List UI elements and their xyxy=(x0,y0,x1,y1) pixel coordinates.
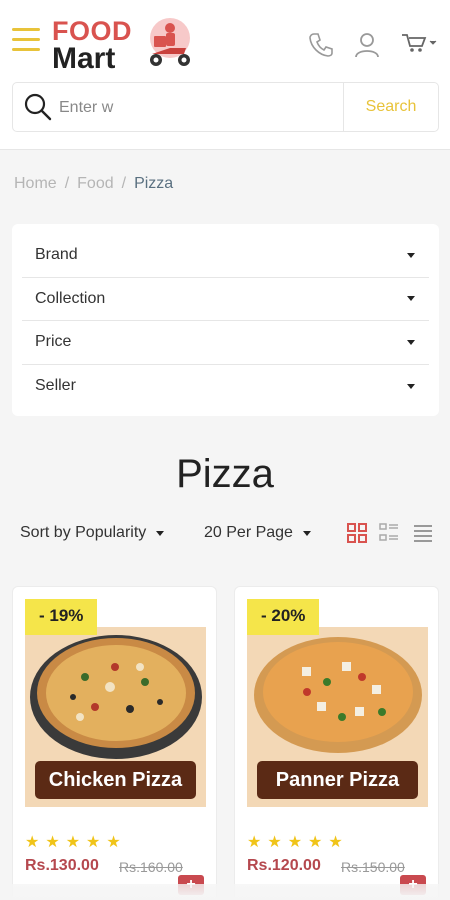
menu-icon[interactable] xyxy=(12,28,40,52)
filter-label: Seller xyxy=(35,377,76,395)
grid-large-icon[interactable] xyxy=(346,522,368,544)
product-old-price: Rs.150.00 xyxy=(341,859,405,875)
per-page-label: 20 Per Page xyxy=(204,524,293,541)
star-icon: ★ xyxy=(328,834,343,851)
filter-collection[interactable]: Collection xyxy=(22,278,429,321)
logo[interactable]: FOOD Mart xyxy=(52,14,202,75)
discount-badge: - 19% xyxy=(25,599,98,635)
star-icon: ★ xyxy=(25,834,40,851)
breadcrumb-food[interactable]: Food xyxy=(77,175,113,193)
star-icon: ★ xyxy=(106,834,121,851)
bottom-fade xyxy=(0,884,450,900)
chevron-down-icon xyxy=(407,296,415,302)
per-page-dropdown[interactable]: 20 Per Page xyxy=(204,524,311,542)
filter-label: Collection xyxy=(35,289,106,307)
listing-toolbar: Sort by Popularity 20 Per Page xyxy=(12,514,439,554)
phone-icon[interactable] xyxy=(306,30,336,60)
product-name[interactable]: Chicken Pizza xyxy=(35,761,196,799)
filter-seller[interactable]: Seller xyxy=(22,365,429,409)
chevron-down-icon xyxy=(407,383,415,389)
star-icon: ★ xyxy=(267,834,282,851)
cart-icon[interactable] xyxy=(400,30,440,60)
product-card[interactable]: - 20% Panner Pizza ★ ★ ★ ★ ★ Rs.120.00 R… xyxy=(234,586,439,900)
filter-label: Price xyxy=(35,333,72,351)
chevron-down-icon xyxy=(407,339,415,345)
chevron-down-icon xyxy=(407,252,415,258)
grid-small-icon[interactable] xyxy=(378,522,400,544)
sort-label: Sort by Popularity xyxy=(20,524,147,541)
breadcrumb-separator: / xyxy=(121,175,127,192)
breadcrumb: Home / Food / Pizza xyxy=(14,175,173,193)
page-title: Pizza xyxy=(176,452,274,496)
breadcrumb-separator: / xyxy=(64,175,70,192)
discount-badge: - 20% xyxy=(247,599,320,635)
header: FOOD Mart Search xyxy=(0,0,450,150)
rating-stars: ★ ★ ★ ★ ★ xyxy=(25,832,121,852)
logo-mart-text: Mart xyxy=(52,42,116,75)
filter-price[interactable]: Price xyxy=(22,321,429,365)
search-input[interactable] xyxy=(59,93,349,123)
star-icon: ★ xyxy=(308,834,323,851)
rating-stars: ★ ★ ★ ★ ★ xyxy=(247,832,343,852)
delivery-rider-icon xyxy=(150,18,190,66)
filter-panel: Brand Collection Price Seller xyxy=(12,224,439,416)
search-bar: Search xyxy=(12,82,439,132)
star-icon: ★ xyxy=(65,834,81,851)
breadcrumb-current: Pizza xyxy=(134,175,174,192)
search-icon xyxy=(24,93,52,121)
sort-dropdown[interactable]: Sort by Popularity xyxy=(20,524,165,542)
star-icon: ★ xyxy=(247,834,262,851)
user-icon[interactable] xyxy=(352,30,382,60)
breadcrumb-home[interactable]: Home xyxy=(14,175,57,193)
product-price: Rs.120.00 xyxy=(247,857,321,874)
star-icon: ★ xyxy=(86,834,101,851)
product-old-price: Rs.160.00 xyxy=(119,859,183,875)
chevron-down-icon xyxy=(156,530,165,536)
list-icon[interactable] xyxy=(412,522,434,544)
product-name[interactable]: Panner Pizza xyxy=(257,761,418,799)
product-price: Rs.130.00 xyxy=(25,857,99,874)
filter-brand[interactable]: Brand xyxy=(22,234,429,278)
search-button[interactable]: Search xyxy=(343,83,438,131)
star-icon: ★ xyxy=(287,834,303,851)
star-icon: ★ xyxy=(45,834,60,851)
product-card[interactable]: - 19% Chicken Pizza ★ ★ ★ ★ ★ Rs.130.00 … xyxy=(12,586,217,900)
filter-label: Brand xyxy=(35,246,78,264)
chevron-down-icon xyxy=(302,530,311,536)
